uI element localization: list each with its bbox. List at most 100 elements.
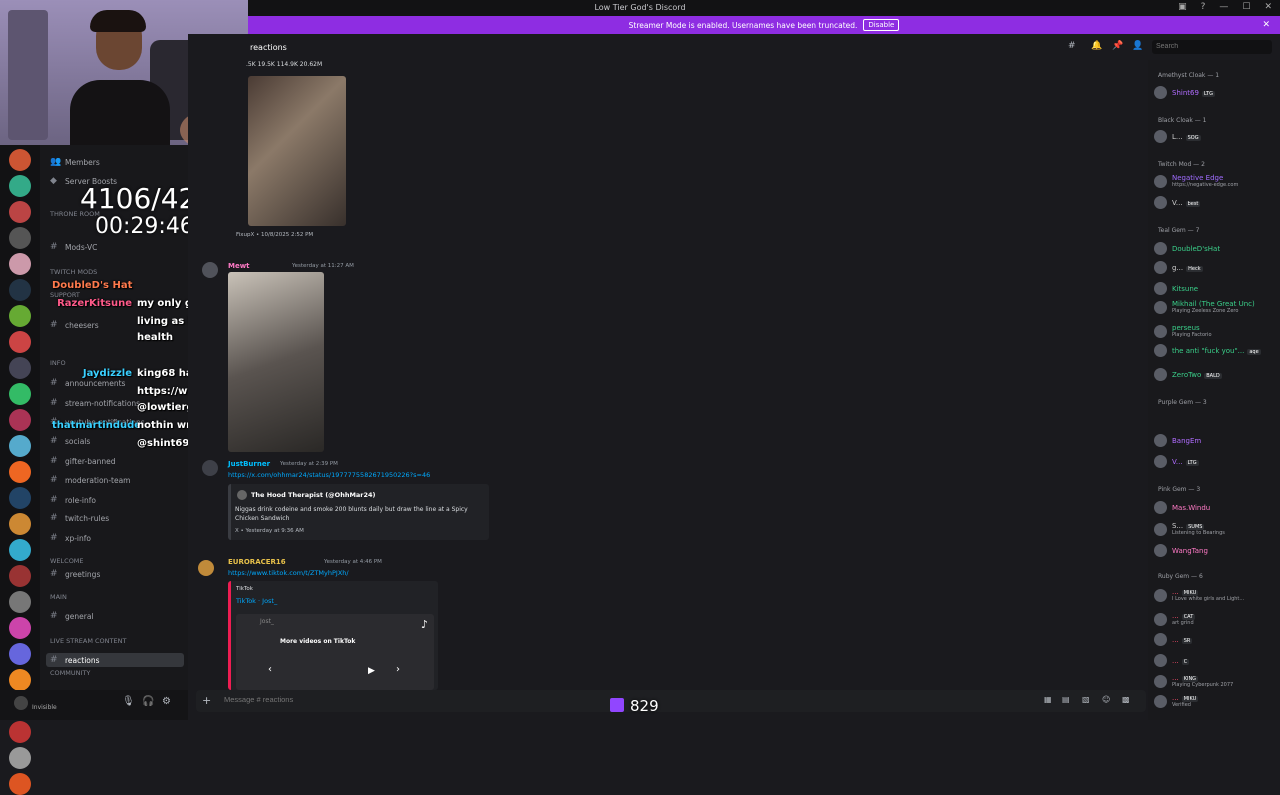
embed-title[interactable]: TikTok · Jost_ [236, 597, 277, 605]
inbox-icon[interactable]: ▣ [1178, 2, 1187, 12]
server-icon[interactable] [9, 435, 31, 457]
member-item[interactable]: L... SOG [1154, 130, 1201, 143]
channel-stream-notifications[interactable]: # stream-notifications [50, 398, 140, 408]
channel-twitch-rules[interactable]: # twitch-rules [50, 513, 109, 523]
member-item[interactable]: DoubleD'sHat [1154, 242, 1220, 255]
member-item[interactable]: Mikhail (The Great Unc) Playing Zeeless Z… [1154, 300, 1255, 314]
member-item[interactable]: ... KING Playing Cyberpunk 2077 [1154, 674, 1233, 688]
avatar[interactable] [202, 262, 218, 278]
server-icon[interactable] [9, 617, 31, 639]
message-author[interactable]: EURORACER16 [228, 558, 286, 566]
add-attachment-icon[interactable]: + [202, 694, 211, 707]
gif-icon[interactable]: ▤ [1062, 695, 1070, 704]
member-item[interactable]: S... SUMS Listening to Bearings [1154, 522, 1225, 536]
server-icon[interactable] [9, 513, 31, 535]
microphone-icon[interactable]: 🎙 [122, 696, 135, 707]
server-icon[interactable] [9, 565, 31, 587]
disable-button[interactable]: Disable [863, 19, 900, 31]
message-link[interactable]: https://www.tiktok.com/t/ZTMyhPJXh/ [228, 569, 349, 577]
message-author[interactable]: JustBurner [228, 460, 270, 468]
member-item[interactable]: ... SR [1154, 633, 1193, 646]
headphones-icon[interactable]: 🎧 [142, 696, 154, 707]
server-icon[interactable] [9, 279, 31, 301]
member-item[interactable]: ... MIKU I Love white girls and Light... [1154, 588, 1244, 602]
emoji-icon[interactable]: ☺ [1102, 695, 1110, 704]
member-item[interactable]: V... LTG [1154, 455, 1199, 468]
member-item[interactable]: g... Heck [1154, 261, 1203, 274]
avatar[interactable] [14, 696, 28, 710]
message-input[interactable] [222, 694, 626, 705]
member-item[interactable]: Mas.Windu [1154, 501, 1210, 514]
member-item[interactable]: ... CAT art grind [1154, 612, 1196, 626]
bell-icon[interactable]: 🔔 [1091, 41, 1102, 51]
apps-icon[interactable]: ▩ [1122, 695, 1130, 704]
member-list-icon[interactable]: 👤 [1132, 41, 1143, 51]
server-icon[interactable] [9, 539, 31, 561]
server-icon[interactable] [9, 227, 31, 249]
channel-cheesers[interactable]: # cheesers [50, 320, 99, 330]
close-window-button[interactable]: ✕ [1264, 2, 1272, 12]
members-link[interactable]: 👥 Members [50, 157, 100, 167]
channel-role-info[interactable]: # role-info [50, 495, 96, 505]
member-item[interactable]: Shint69 LTG [1154, 86, 1215, 99]
server-icon[interactable] [9, 357, 31, 379]
help-icon[interactable]: ? [1201, 2, 1206, 12]
member-item[interactable]: the anti "fuck you"... aqe [1154, 344, 1261, 357]
gift-icon[interactable]: ▦ [1044, 695, 1052, 704]
member-item[interactable]: WangTang [1154, 544, 1208, 557]
server-icon[interactable] [9, 461, 31, 483]
member-item[interactable]: ZeroTwo BALD [1154, 368, 1222, 381]
server-icon[interactable] [9, 773, 31, 795]
channel-category[interactable]: TWITCH MODS [50, 268, 97, 276]
chevron-left-icon[interactable]: ‹ [268, 664, 272, 675]
channel-greetings[interactable]: # greetings [50, 569, 100, 579]
channel-Mods-VC[interactable]: # Mods-VC [50, 242, 97, 252]
avatar[interactable] [198, 560, 214, 576]
server-icon[interactable] [9, 253, 31, 275]
member-item[interactable]: ... MIKU Verified [1154, 694, 1199, 708]
server-icon[interactable] [9, 487, 31, 509]
server-icon[interactable] [9, 383, 31, 405]
server-icon[interactable] [9, 409, 31, 431]
server-icon[interactable] [9, 643, 31, 665]
video-thumbnail[interactable] [228, 272, 324, 452]
avatar[interactable] [202, 460, 218, 476]
channel-socials[interactable]: # socials [50, 436, 90, 446]
minimize-button[interactable]: — [1219, 2, 1228, 12]
pin-icon[interactable]: 📌 [1112, 41, 1123, 51]
message-author[interactable]: Mewt [228, 262, 250, 270]
member-item[interactable]: Kitsune [1154, 282, 1198, 295]
server-icon[interactable] [9, 201, 31, 223]
server-icon[interactable] [9, 669, 31, 691]
channel-category[interactable]: COMMUNITY [50, 669, 90, 677]
channel-xp-info[interactable]: # xp-info [50, 533, 91, 543]
chevron-right-icon[interactable]: › [396, 664, 400, 675]
sticker-icon[interactable]: ▧ [1082, 695, 1090, 704]
member-item[interactable]: Negative Edge https://negative-edge.com [1154, 174, 1238, 188]
member-item[interactable]: BangEm [1154, 434, 1201, 447]
video-player[interactable]: Jost_ More videos on TikTok ♪ ‹ › ▶ [236, 614, 434, 690]
member-item[interactable]: perseus Playing Factorio [1154, 324, 1212, 338]
server-icon[interactable] [9, 175, 31, 197]
server-icon[interactable] [9, 747, 31, 769]
member-item[interactable]: ... C [1154, 654, 1190, 667]
channel-category[interactable]: INFO [50, 359, 66, 367]
video-thumbnail[interactable] [248, 76, 346, 226]
server-icon[interactable] [9, 721, 31, 743]
embed-author[interactable]: The Hood Therapist (@OhhMar24) [251, 491, 376, 499]
search-input[interactable] [1152, 40, 1272, 54]
channel-announcements[interactable]: # announcements [50, 378, 125, 388]
server-icon[interactable] [9, 331, 31, 353]
play-icon[interactable]: ▶ [368, 666, 375, 676]
channel-general[interactable]: # general [50, 611, 94, 621]
close-icon[interactable]: ✕ [1262, 20, 1270, 30]
server-icon[interactable] [9, 149, 31, 171]
channel-moderation-team[interactable]: # moderation-team [50, 475, 130, 485]
channel-category[interactable]: MAIN [50, 593, 67, 601]
threads-icon[interactable]: # [1068, 41, 1076, 51]
channel-category[interactable]: LIVE STREAM CONTENT [50, 637, 126, 645]
channel-category[interactable]: WELCOME [50, 557, 84, 565]
channel-reactions[interactable]: # reactions [46, 653, 184, 667]
server-icon[interactable] [9, 305, 31, 327]
maximize-button[interactable]: ☐ [1242, 2, 1250, 12]
